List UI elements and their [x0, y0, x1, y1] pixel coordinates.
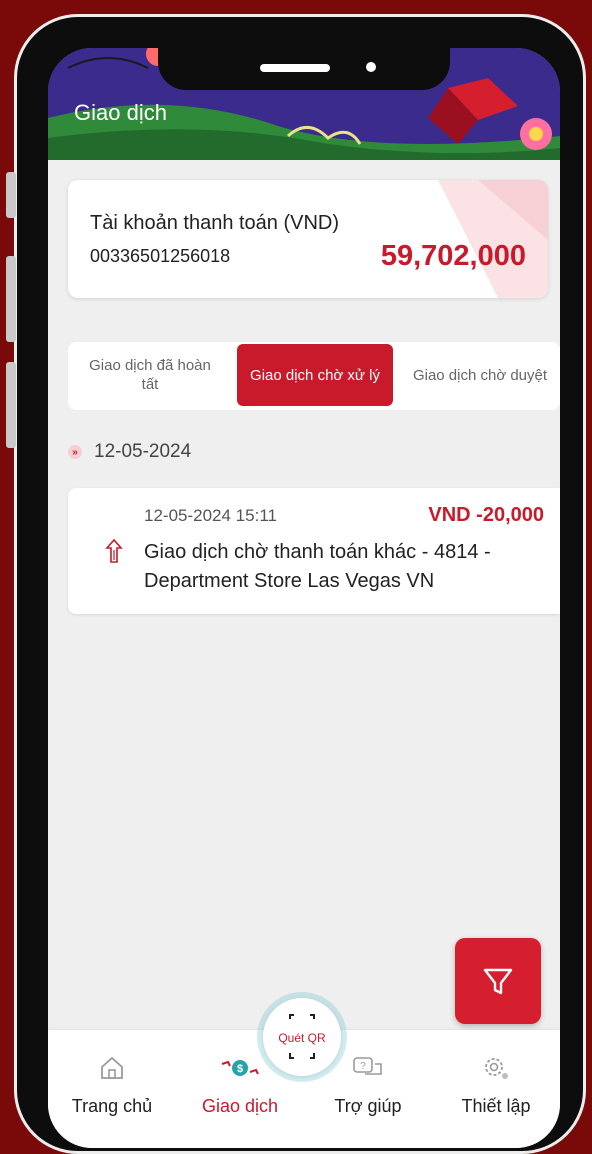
- transaction-tabs: Giao dịch đã hoàn tất Giao dịch chờ xử l…: [68, 342, 560, 410]
- transaction-amount: VND -20,000: [428, 504, 544, 526]
- front-camera: [366, 62, 376, 72]
- tab-awaiting-approval[interactable]: Giao dịch chờ duyệt: [402, 344, 558, 406]
- tab-label: Giao dịch đã hoàn tất: [89, 357, 211, 393]
- chevron-double-right-icon: »: [68, 445, 82, 459]
- filter-button[interactable]: [455, 938, 541, 1024]
- nav-label: Giao dịch: [201, 1096, 279, 1116]
- scan-qr-button[interactable]: Quét QR: [263, 998, 341, 1076]
- gear-icon: [485, 1058, 508, 1079]
- scan-qr-label: Quét QR: [278, 1031, 326, 1045]
- date-group-header: » 12-05-2024: [68, 440, 191, 464]
- phone-notch: [158, 48, 450, 90]
- volume-up-button: [6, 256, 16, 342]
- arrow-up-icon: [105, 538, 123, 563]
- account-card[interactable]: Tài khoản thanh toán (VND) 0033650125601…: [68, 180, 548, 298]
- transaction-item[interactable]: 12-05-2024 15:11 VND -20,000 Giao dịch c…: [68, 488, 560, 614]
- tab-label: Giao dịch chờ duyệt: [412, 366, 548, 384]
- svg-text:$: $: [237, 1063, 243, 1075]
- date-group-label: 12-05-2024: [94, 441, 192, 462]
- nav-label: Trang chủ: [71, 1096, 153, 1116]
- home-icon: [101, 1056, 123, 1079]
- tab-label: Giao dịch chờ xử lý: [250, 366, 380, 384]
- mute-switch: [6, 172, 16, 218]
- tab-pending[interactable]: Giao dịch chờ xử lý: [237, 344, 393, 406]
- account-balance: 59,702,000: [380, 240, 526, 272]
- card-decoration: [438, 180, 548, 298]
- transaction-description: Giao dịch chờ thanh toán khác - 4814 - D…: [144, 541, 491, 592]
- svg-text:?: ?: [360, 1061, 366, 1072]
- filter-icon: [483, 968, 513, 995]
- transaction-icon: $: [221, 1060, 259, 1076]
- page-title: Giao dịch: [74, 100, 167, 125]
- volume-down-button: [6, 362, 16, 448]
- nav-item-settings[interactable]: Thiết lập: [432, 1052, 560, 1117]
- help-chat-icon: ?: [353, 1057, 382, 1075]
- app-screen: Giao dịch Tài khoản thanh toán (VND) 003…: [48, 48, 560, 1148]
- tab-completed[interactable]: Giao dịch đã hoàn tất: [72, 344, 228, 406]
- account-label: Tài khoản thanh toán (VND): [90, 212, 340, 234]
- nav-label: Trợ giúp: [334, 1096, 402, 1116]
- speaker-grille: [260, 64, 330, 72]
- account-number: 00336501256018: [90, 246, 231, 266]
- transaction-time: 12-05-2024 15:11: [144, 506, 277, 525]
- nav-item-home[interactable]: Trang chủ: [48, 1052, 176, 1117]
- nav-label: Thiết lập: [461, 1096, 531, 1116]
